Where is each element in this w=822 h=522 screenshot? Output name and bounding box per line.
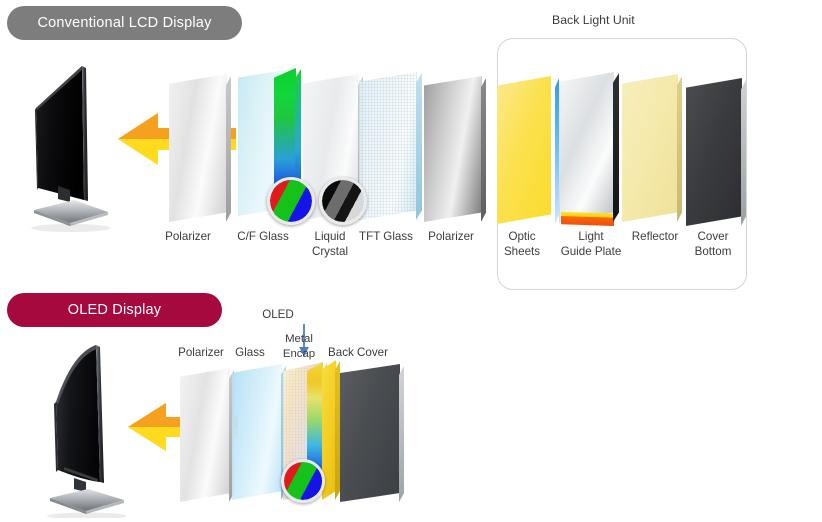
label-optic-sheets: Optic Sheets	[503, 230, 541, 258]
layer-oled-glass	[232, 364, 286, 500]
back-light-unit-title: Back Light Unit	[552, 13, 635, 27]
layer-oled-back-cover	[340, 364, 404, 502]
conventional-lcd-tv	[31, 66, 111, 232]
label-oled-back-cover: Back Cover	[328, 346, 388, 359]
label-polarizer-front: Polarizer	[165, 230, 211, 243]
layer-reflector	[622, 74, 682, 222]
layer-cover-bottom	[686, 78, 746, 226]
label-oled-metal-encap: Metal Encap	[282, 333, 316, 360]
label-cf-glass: C/F Glass	[237, 230, 289, 243]
label-oled-polarizer: Polarizer	[178, 346, 224, 359]
layer-optic-sheets	[497, 76, 567, 224]
liquid-crystal-gray-circle	[319, 177, 367, 225]
lcd-section-badge: Conventional LCD Display	[7, 6, 242, 40]
layer-polarizer-rear	[424, 76, 486, 222]
label-cover-bottom: Cover Bottom	[694, 230, 732, 258]
layer-polarizer-front	[169, 74, 231, 222]
cf-glass-rgb-circle	[267, 177, 315, 225]
oled-section-badge: OLED Display	[7, 293, 222, 327]
layer-tft-glass	[359, 72, 422, 220]
oled-rgb-circle	[281, 459, 325, 503]
label-reflector: Reflector	[631, 230, 679, 243]
label-oled-emissive: OLED	[262, 308, 294, 321]
layer-oled-polarizer	[180, 368, 234, 502]
curved-oled-tv	[47, 345, 127, 518]
label-polarizer-rear: Polarizer	[428, 230, 474, 243]
label-oled-glass: Glass	[235, 346, 265, 359]
label-liquid-crystal: Liquid Crystal	[311, 230, 349, 258]
label-light-guide-plate: Light Guide Plate	[560, 230, 622, 258]
label-tft-glass: TFT Glass	[359, 230, 413, 243]
display-comparison-diagram: Conventional LCD Display Back Light Unit…	[0, 0, 822, 522]
layer-light-guide-plate	[560, 72, 619, 226]
